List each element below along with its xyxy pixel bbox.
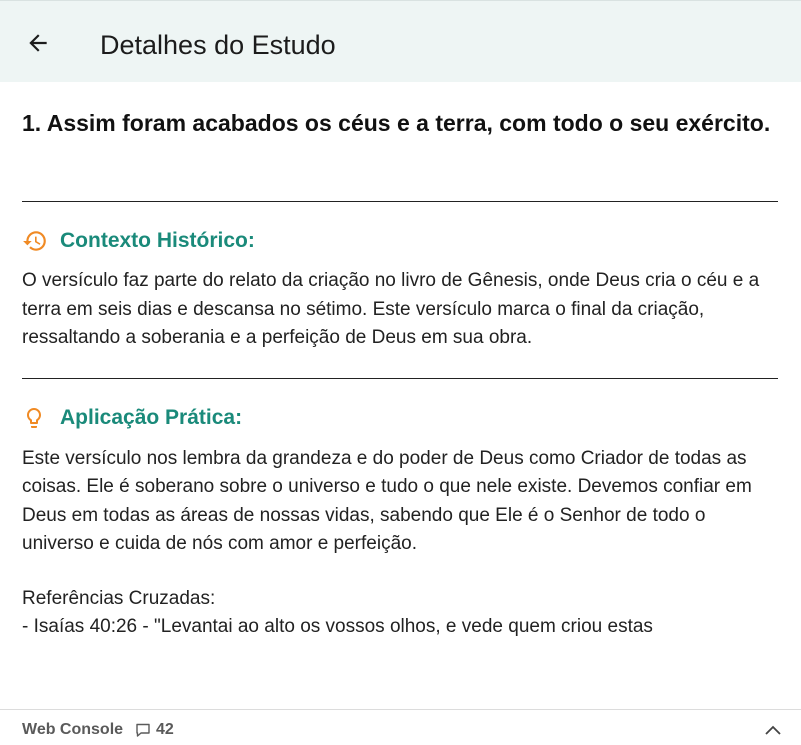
context-text: O versículo faz parte do relato da criaç… — [22, 270, 760, 348]
application-header: Aplicação Prática: — [22, 404, 778, 432]
comment-icon — [135, 722, 151, 738]
divider — [22, 377, 778, 379]
study-content: 1. Assim foram acabados os céus e a terr… — [22, 82, 778, 642]
context-header: Contexto Histórico: — [22, 227, 778, 255]
web-console-bar[interactable]: Web Console 42 — [0, 709, 801, 743]
history-icon — [22, 228, 48, 254]
back-button[interactable] — [18, 25, 58, 65]
message-count-value: 42 — [156, 721, 174, 738]
application-label: Aplicação Prática: — [60, 405, 243, 429]
context-label: Contexto Histórico: — [60, 229, 255, 252]
divider — [22, 201, 778, 202]
cross-references: Referências Cruzadas: - Isaías 40:26 - "… — [22, 585, 778, 642]
reference-item: - Isaías 40:26 - "Levantai ao alto os vo… — [22, 616, 653, 637]
lightbulb-icon — [22, 405, 48, 431]
chevron-up-icon[interactable] — [762, 722, 784, 740]
application-text: Este versículo nos lembra da grandeza e … — [22, 447, 752, 555]
arrow-left-icon — [25, 30, 51, 61]
references-label: Referências Cruzadas: — [22, 587, 216, 609]
page-title: Detalhes do Estudo — [100, 30, 336, 60]
app-bar: Detalhes do Estudo — [0, 0, 801, 82]
verse-text: 1. Assim foram acabados os céus e a terr… — [22, 110, 771, 136]
web-console-label: Web Console — [22, 721, 124, 738]
message-count: 42 — [135, 721, 174, 739]
